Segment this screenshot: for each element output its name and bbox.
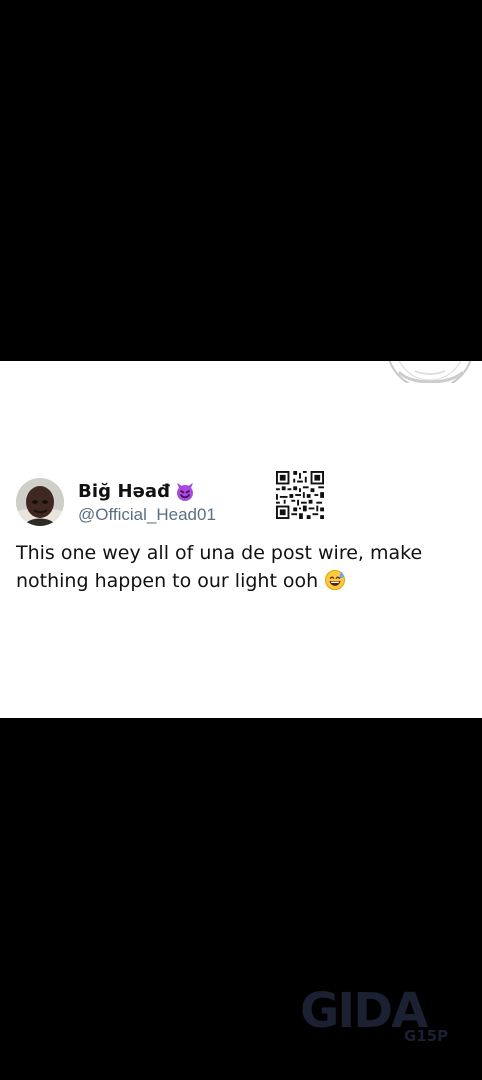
watermark-subtext: G15P — [404, 1027, 449, 1045]
tweet-text: This one wey all of una de post wire, ma… — [16, 539, 466, 595]
grinning-sweat-emoji-icon — [325, 570, 346, 590]
watermark-logo: GIDA G15P — [300, 985, 452, 1055]
tweet-card: Biğ Həađ @Official_Head01 This one wey a… — [0, 361, 482, 718]
tweet-text-content: This one wey all of una de post wire, ma… — [16, 542, 423, 592]
tweet-author: Biğ Həađ @Official_Head01 — [16, 476, 316, 532]
user-handle[interactable]: @Official_Head01 — [78, 505, 216, 525]
display-name[interactable]: Biğ Həađ — [78, 481, 170, 503]
qr-code-icon[interactable] — [276, 471, 324, 519]
display-name-row: Biğ Həađ — [78, 481, 195, 503]
avatar[interactable] — [16, 478, 64, 526]
profile-photo-icon — [16, 478, 64, 526]
smiling-devil-icon — [177, 483, 194, 501]
stamp-logo-icon — [388, 361, 472, 383]
screenshot-screen: Biğ Həađ @Official_Head01 This one wey a… — [0, 0, 482, 1080]
